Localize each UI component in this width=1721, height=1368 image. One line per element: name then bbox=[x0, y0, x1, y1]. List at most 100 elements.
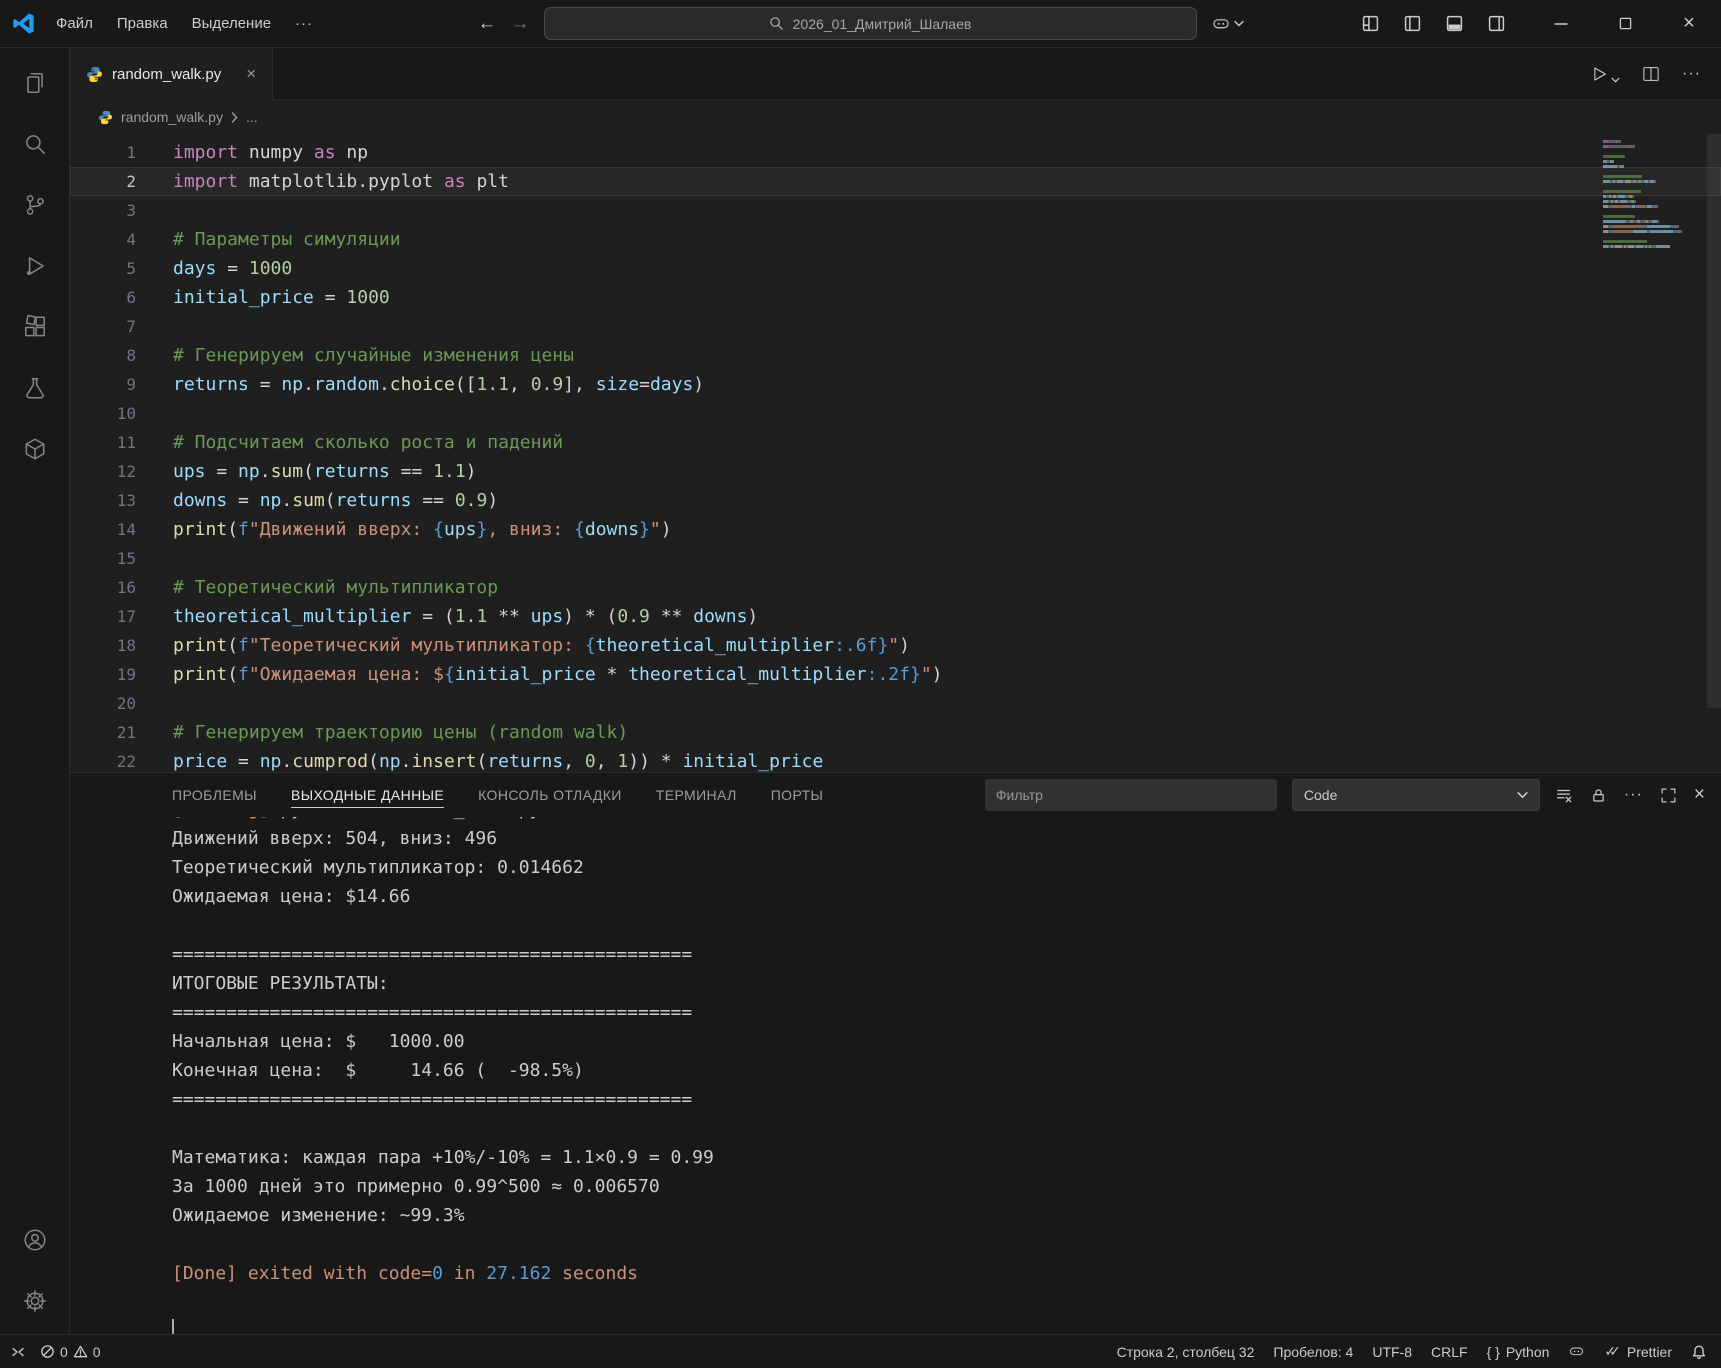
run-debug-icon[interactable] bbox=[12, 243, 58, 289]
line-number: 21 bbox=[70, 718, 136, 747]
containers-icon[interactable] bbox=[12, 426, 58, 472]
encoding[interactable]: UTF-8 bbox=[1372, 1344, 1412, 1360]
prettier-status[interactable]: ✓✓ Prettier bbox=[1604, 1343, 1672, 1360]
breadcrumb-file[interactable]: random_walk.py bbox=[121, 109, 223, 125]
line-number: 15 bbox=[70, 544, 136, 573]
panel-more-actions-icon[interactable]: ··· bbox=[1624, 786, 1643, 804]
forward-icon[interactable]: → bbox=[511, 13, 530, 35]
tab-random-walk-py[interactable]: random_walk.py × bbox=[70, 48, 273, 100]
output-line: Начальная цена: $ 1000.00 bbox=[172, 1027, 1721, 1056]
code-line[interactable]: 5days = 1000 bbox=[70, 254, 1721, 283]
search-sidebar-icon[interactable] bbox=[12, 121, 58, 167]
titlebar-right: × bbox=[1338, 0, 1721, 47]
editor-scrollbar[interactable] bbox=[1707, 134, 1721, 772]
explorer-icon[interactable] bbox=[12, 60, 58, 106]
toggle-sidebar-left-icon[interactable] bbox=[1404, 15, 1421, 32]
line-number: 7 bbox=[70, 312, 136, 341]
remote-indicator-icon[interactable] bbox=[10, 1344, 26, 1360]
output-line bbox=[172, 1114, 1721, 1143]
code-line[interactable]: 13downs = np.sum(returns == 0.9) bbox=[70, 486, 1721, 515]
split-editor-icon[interactable] bbox=[1642, 65, 1660, 83]
editor-tabbar: random_walk.py × ··· bbox=[70, 48, 1721, 100]
back-icon[interactable]: ← bbox=[478, 13, 497, 35]
tab-close-icon[interactable]: × bbox=[246, 64, 256, 84]
menu-selection[interactable]: Выделение bbox=[181, 10, 282, 37]
minimize-button[interactable] bbox=[1529, 0, 1593, 47]
clear-output-icon[interactable] bbox=[1555, 786, 1573, 804]
customize-layout-icon[interactable] bbox=[1362, 15, 1379, 32]
python-file-icon bbox=[98, 110, 113, 125]
output-filter-input[interactable] bbox=[985, 779, 1277, 811]
run-python-file-button[interactable] bbox=[1590, 65, 1620, 83]
output-line: [Done] exited with code=0 in 27.162 seco… bbox=[172, 1259, 1721, 1288]
tab-terminal[interactable]: ТЕРМИНАЛ bbox=[656, 782, 737, 808]
titlebar-center: ← → 2026_01_Дмитрий_Шалаев bbox=[478, 0, 1244, 47]
toggle-panel-icon[interactable] bbox=[1446, 15, 1463, 32]
code-line[interactable]: 12ups = np.sum(returns == 1.1) bbox=[70, 457, 1721, 486]
output-line: ИТОГОВЫЕ РЕЗУЛЬТАТЫ: bbox=[172, 969, 1721, 998]
scroll-lock-icon[interactable] bbox=[1590, 787, 1607, 804]
tab-output[interactable]: ВЫХОДНЫЕ ДАННЫЕ bbox=[291, 782, 444, 808]
settings-gear-icon[interactable] bbox=[12, 1278, 58, 1324]
source-control-icon[interactable] bbox=[12, 182, 58, 228]
testing-icon[interactable] bbox=[12, 365, 58, 411]
error-count: 0 bbox=[60, 1344, 68, 1360]
code-line[interactable]: 22price = np.cumprod(np.insert(returns, … bbox=[70, 747, 1721, 772]
code-line[interactable]: 18print(f"Теоретический мультипликатор: … bbox=[70, 631, 1721, 660]
code-line[interactable]: 8# Генерируем случайные изменения цены bbox=[70, 341, 1721, 370]
line-number: 19 bbox=[70, 660, 136, 689]
menu-more[interactable]: ··· bbox=[284, 10, 324, 37]
code-line[interactable]: 4# Параметры симуляции bbox=[70, 225, 1721, 254]
menu-file[interactable]: Файл bbox=[45, 10, 104, 37]
code-line[interactable]: 11# Подсчитаем сколько роста и падений bbox=[70, 428, 1721, 457]
extensions-icon[interactable] bbox=[12, 304, 58, 350]
scrollbar-thumb[interactable] bbox=[1707, 134, 1721, 708]
code-line[interactable]: 10 bbox=[70, 399, 1721, 428]
copilot-status-icon[interactable] bbox=[1568, 1343, 1585, 1360]
line-number: 12 bbox=[70, 457, 136, 486]
tab-problems[interactable]: ПРОБЛЕМЫ bbox=[172, 782, 257, 808]
python-file-icon bbox=[86, 66, 103, 83]
indentation[interactable]: Пробелов: 4 bbox=[1273, 1344, 1353, 1360]
menu-edit[interactable]: Правка bbox=[106, 10, 179, 37]
minimap[interactable] bbox=[1603, 140, 1705, 250]
code-line[interactable]: 15 bbox=[70, 544, 1721, 573]
problems-indicator[interactable]: 0 0 bbox=[40, 1344, 101, 1360]
eol-sequence[interactable]: CRLF bbox=[1431, 1344, 1468, 1360]
code-line[interactable]: 9returns = np.random.choice([1.1, 0.9], … bbox=[70, 370, 1721, 399]
code-line[interactable]: 2import matplotlib.pyplot as plt bbox=[70, 167, 1721, 196]
tab-ports[interactable]: ПОРТЫ bbox=[771, 782, 824, 808]
output-console[interactable]: [Running] python -u random_walk.pyДвижен… bbox=[70, 817, 1721, 1334]
output-channel-select[interactable]: Code bbox=[1292, 779, 1540, 811]
copilot-chat-button[interactable] bbox=[1211, 14, 1244, 34]
tab-debug-console[interactable]: КОНСОЛЬ ОТЛАДКИ bbox=[478, 782, 622, 808]
code-line[interactable]: 7 bbox=[70, 312, 1721, 341]
code-line[interactable]: 19print(f"Ожидаемая цена: ${initial_pric… bbox=[70, 660, 1721, 689]
editor-more-actions-icon[interactable]: ··· bbox=[1682, 65, 1701, 83]
maximize-button[interactable] bbox=[1593, 0, 1657, 47]
code-line[interactable]: 16# Теоретический мультипликатор bbox=[70, 573, 1721, 602]
code-line[interactable]: 1import numpy as np bbox=[70, 138, 1721, 167]
code-line[interactable]: 17theoretical_multiplier = (1.1 ** ups) … bbox=[70, 602, 1721, 631]
output-line bbox=[172, 1288, 1721, 1317]
titlebar-left: Файл Правка Выделение ··· bbox=[0, 10, 324, 37]
code-line[interactable]: 6initial_price = 1000 bbox=[70, 283, 1721, 312]
line-number: 6 bbox=[70, 283, 136, 312]
statusbar-right: Строка 2, столбец 32 Пробелов: 4 UTF-8 C… bbox=[1117, 1343, 1707, 1360]
notifications-bell-icon[interactable] bbox=[1691, 1344, 1707, 1360]
breadcrumb-more[interactable]: ... bbox=[246, 109, 258, 125]
close-window-button[interactable]: × bbox=[1657, 0, 1721, 47]
code-line[interactable]: 14print(f"Движений вверх: {ups}, вниз: {… bbox=[70, 515, 1721, 544]
maximize-panel-icon[interactable] bbox=[1660, 787, 1677, 804]
close-panel-icon[interactable]: × bbox=[1694, 784, 1705, 806]
code-editor[interactable]: 1import numpy as np2import matplotlib.py… bbox=[70, 134, 1721, 772]
toggle-sidebar-right-icon[interactable] bbox=[1488, 15, 1505, 32]
output-cursor bbox=[172, 1319, 174, 1334]
code-line[interactable]: 21# Генерируем траекторию цены (random w… bbox=[70, 718, 1721, 747]
cursor-position[interactable]: Строка 2, столбец 32 bbox=[1117, 1344, 1255, 1360]
account-icon[interactable] bbox=[12, 1217, 58, 1263]
code-line[interactable]: 3 bbox=[70, 196, 1721, 225]
code-line[interactable]: 20 bbox=[70, 689, 1721, 718]
search-box[interactable]: 2026_01_Дмитрий_Шалаев bbox=[544, 7, 1197, 40]
language-mode[interactable]: { } Python bbox=[1487, 1344, 1550, 1360]
